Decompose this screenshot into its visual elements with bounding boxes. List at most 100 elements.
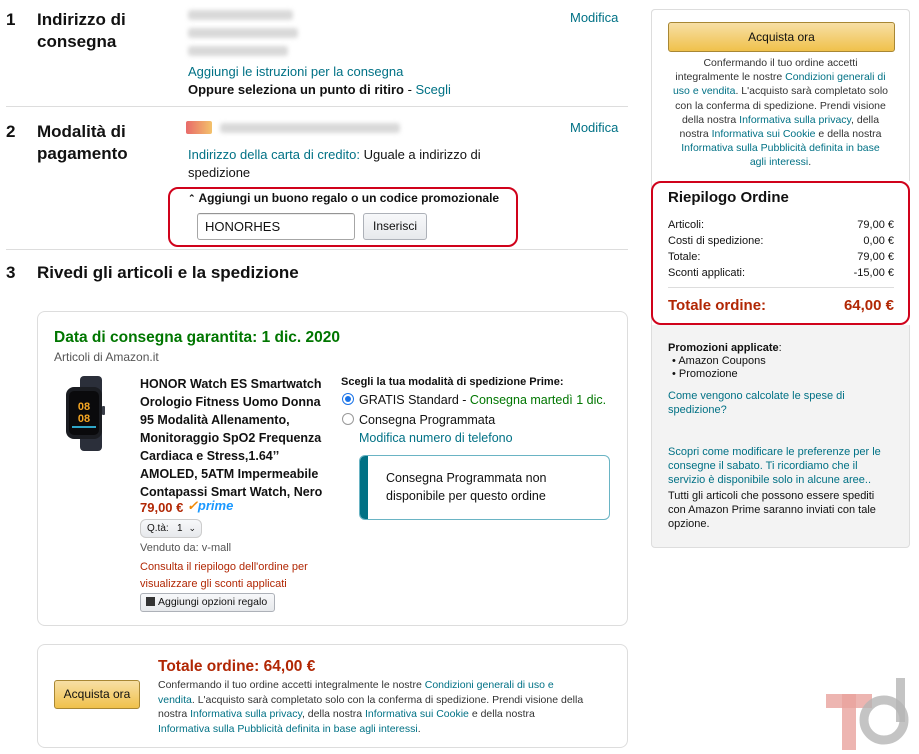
redacted-card-number: [220, 123, 400, 133]
divider: [6, 106, 628, 107]
pickup-separator: -: [403, 82, 416, 97]
promo-code-input[interactable]: [197, 213, 355, 240]
shipping-radio-standard[interactable]: [342, 393, 354, 405]
legal-text: nostra: [679, 128, 712, 141]
chevron-up-icon: ⌃: [188, 193, 196, 203]
shipped-by-line: Articoli di Amazon.it: [54, 350, 159, 364]
legal-text: e della nostra: [468, 708, 535, 720]
sidebar-legal-text: Confermando il tuo ordine accetti integra…: [660, 56, 901, 170]
gift-options-button[interactable]: Aggiungi opzioni regalo: [140, 593, 275, 612]
link-line: Come vengono calcolate le spese di: [668, 390, 845, 402]
pickup-text: Oppure seleziona un punto di ritiro: [188, 82, 404, 97]
watermark-logo: [826, 678, 912, 752]
summary-row-value: 79,00 €: [857, 219, 894, 231]
billing-address-value: spedizione: [188, 165, 251, 180]
legal-text: con la conferma di spedizione. Prendi vi…: [675, 99, 886, 112]
legal-line: nostra Informativa sulla privacy, della …: [158, 707, 618, 722]
gift-options-label: Aggiungi opzioni regalo: [158, 596, 268, 608]
choose-pickup-link[interactable]: Scegli: [416, 82, 451, 97]
order-total-value: 64,00 €: [263, 658, 316, 675]
product-title[interactable]: HONOR Watch ES Smartwatch Orologio Fitne…: [140, 375, 336, 501]
add-delivery-instructions-link[interactable]: Aggiungi le istruzioni per la consegna: [188, 64, 403, 79]
alert-accent-bar: [360, 456, 368, 519]
legal-link[interactable]: Informativa sulla Pubblicità definita in…: [158, 723, 418, 735]
legal-link[interactable]: Informativa sui Cookie: [365, 708, 469, 720]
saturday-delivery-link[interactable]: Scopri come modificare le preferenze per…: [668, 445, 881, 487]
legal-text: .: [808, 156, 812, 169]
shipping-radio-scheduled[interactable]: [342, 413, 354, 425]
note-line: opzione.: [668, 518, 710, 530]
legal-text: Confermando il tuo ordine accetti integr…: [158, 679, 425, 691]
discount-note-line: visualizzare gli sconti applicati: [140, 578, 287, 590]
quantity-dropdown[interactable]: Q.tà: 1 ⌄: [140, 519, 202, 538]
summary-row: Costi di spedizione: 0,00 €: [668, 235, 894, 251]
shipping-option-standard[interactable]: GRATIS Standard - Consegna martedì 1 dic…: [359, 393, 606, 407]
radio-selected-dot: [345, 396, 351, 402]
legal-link[interactable]: Informativa sulla Pubblicità definita in…: [681, 142, 879, 154]
shipping-option-scheduled[interactable]: Consegna Programmata: [359, 413, 495, 427]
applied-promotions-colon: :: [778, 342, 782, 354]
summary-row-label: Articoli:: [668, 219, 705, 231]
edit-payment-link[interactable]: Modifica: [570, 120, 618, 135]
product-title-line: Contapassi Smart Watch, Nero: [140, 485, 323, 499]
promotion-name: Amazon Coupons: [678, 355, 766, 367]
legal-link[interactable]: Informativa sulla privacy: [190, 708, 302, 720]
link-line: spedizione?: [668, 404, 727, 416]
billing-address-label[interactable]: Indirizzo della carta di credito:: [188, 147, 360, 162]
step-title-delivery-address: Indirizzo di consegna: [37, 9, 126, 53]
applied-promotions: Promozioni applicate: • Amazon Coupons •…: [668, 342, 782, 381]
product-image[interactable]: 08 08: [58, 376, 130, 451]
billing-address-value: Uguale a indirizzo di: [363, 147, 481, 162]
prime-shipping-note: Tutti gli articoli che possono essere sp…: [668, 489, 876, 531]
step-number-3: 3: [6, 263, 16, 282]
note-line: con Amazon Prime saranno inviati con tal…: [668, 504, 876, 516]
product-title-line: Monitoraggio SpO2 Frequenza: [140, 431, 322, 445]
link-line: Scopri come modificare le preferenze per…: [668, 446, 881, 458]
promo-toggle[interactable]: ⌃ Aggiungi un buono regalo o un codice p…: [188, 191, 499, 205]
prime-label: prime: [197, 498, 234, 513]
link-line: consegne il sabato. Ti ricordiamo che il: [668, 460, 858, 472]
place-order-button-sidebar[interactable]: Acquista ora: [668, 22, 895, 52]
legal-line: Confermando il tuo ordine accetti: [660, 56, 901, 70]
legal-link[interactable]: Condizioni generali di: [785, 71, 885, 83]
legal-link[interactable]: uso e vendita: [673, 85, 735, 97]
discount-note: Consulta il riepilogo dell'ordine per vi…: [140, 559, 308, 593]
applied-promotions-title: Promozioni applicate: [668, 342, 779, 354]
legal-line: vendita. L'acquisto sarà completato solo…: [158, 693, 618, 708]
legal-link[interactable]: Condizioni generali di uso e: [425, 679, 554, 691]
product-title-line: Cardiaca e Stress,1.64’’: [140, 449, 280, 463]
promotion-item: • Promozione: [672, 368, 738, 380]
legal-text: nostra: [158, 708, 191, 720]
scheduled-unavailable-alert: Consegna Programmata non disponibile per…: [359, 455, 610, 520]
watermark-logo-icon: [826, 678, 909, 750]
order-summary-title: Riepilogo Ordine: [668, 189, 789, 206]
svg-text:08: 08: [78, 413, 90, 425]
edit-phone-link[interactable]: Modifica numero di telefono: [359, 431, 513, 445]
note-line: Tutti gli articoli che possono essere sp…: [668, 490, 875, 502]
quantity-label: Q.tà:: [147, 523, 169, 534]
legal-link[interactable]: agli interessi: [750, 156, 808, 168]
place-order-button-bottom[interactable]: Acquista ora: [54, 680, 140, 709]
guaranteed-delivery-date: Data di consegna garantita: 1 dic. 2020: [54, 329, 340, 346]
legal-line: integralmente le nostre Condizioni gener…: [660, 70, 901, 84]
svg-text:08: 08: [78, 401, 90, 413]
apply-promo-button[interactable]: Inserisci: [363, 213, 427, 240]
edit-address-link[interactable]: Modifica: [570, 10, 618, 25]
step-title-line: pagamento: [37, 144, 128, 163]
shipping-option-date: Consegna martedì 1 dic.: [469, 393, 607, 407]
step-title-line: Modalità di: [37, 122, 126, 141]
promotion-item: • Amazon Coupons: [672, 355, 766, 367]
summary-row-value: -15,00 €: [853, 267, 894, 279]
legal-line: agli interessi.: [660, 155, 901, 169]
legal-link[interactable]: Informativa sulla privacy: [739, 114, 851, 126]
bottom-order-total: Totale ordine: 64,00 €: [158, 658, 315, 676]
legal-line: della nostra Informativa sulla privacy, …: [660, 113, 901, 127]
legal-text: .: [417, 722, 421, 735]
shipping-costs-help-link[interactable]: Come vengono calcolate le spese di spedi…: [668, 389, 845, 417]
legal-text: e della nostra: [815, 128, 882, 141]
summary-row-label: Sconti applicati:: [668, 267, 746, 279]
product-title-line: HONOR Watch ES Smartwatch: [140, 377, 322, 391]
legal-link[interactable]: vendita: [158, 694, 192, 706]
legal-link[interactable]: Informativa sui Cookie: [712, 128, 816, 140]
quantity-value: 1: [177, 523, 183, 534]
